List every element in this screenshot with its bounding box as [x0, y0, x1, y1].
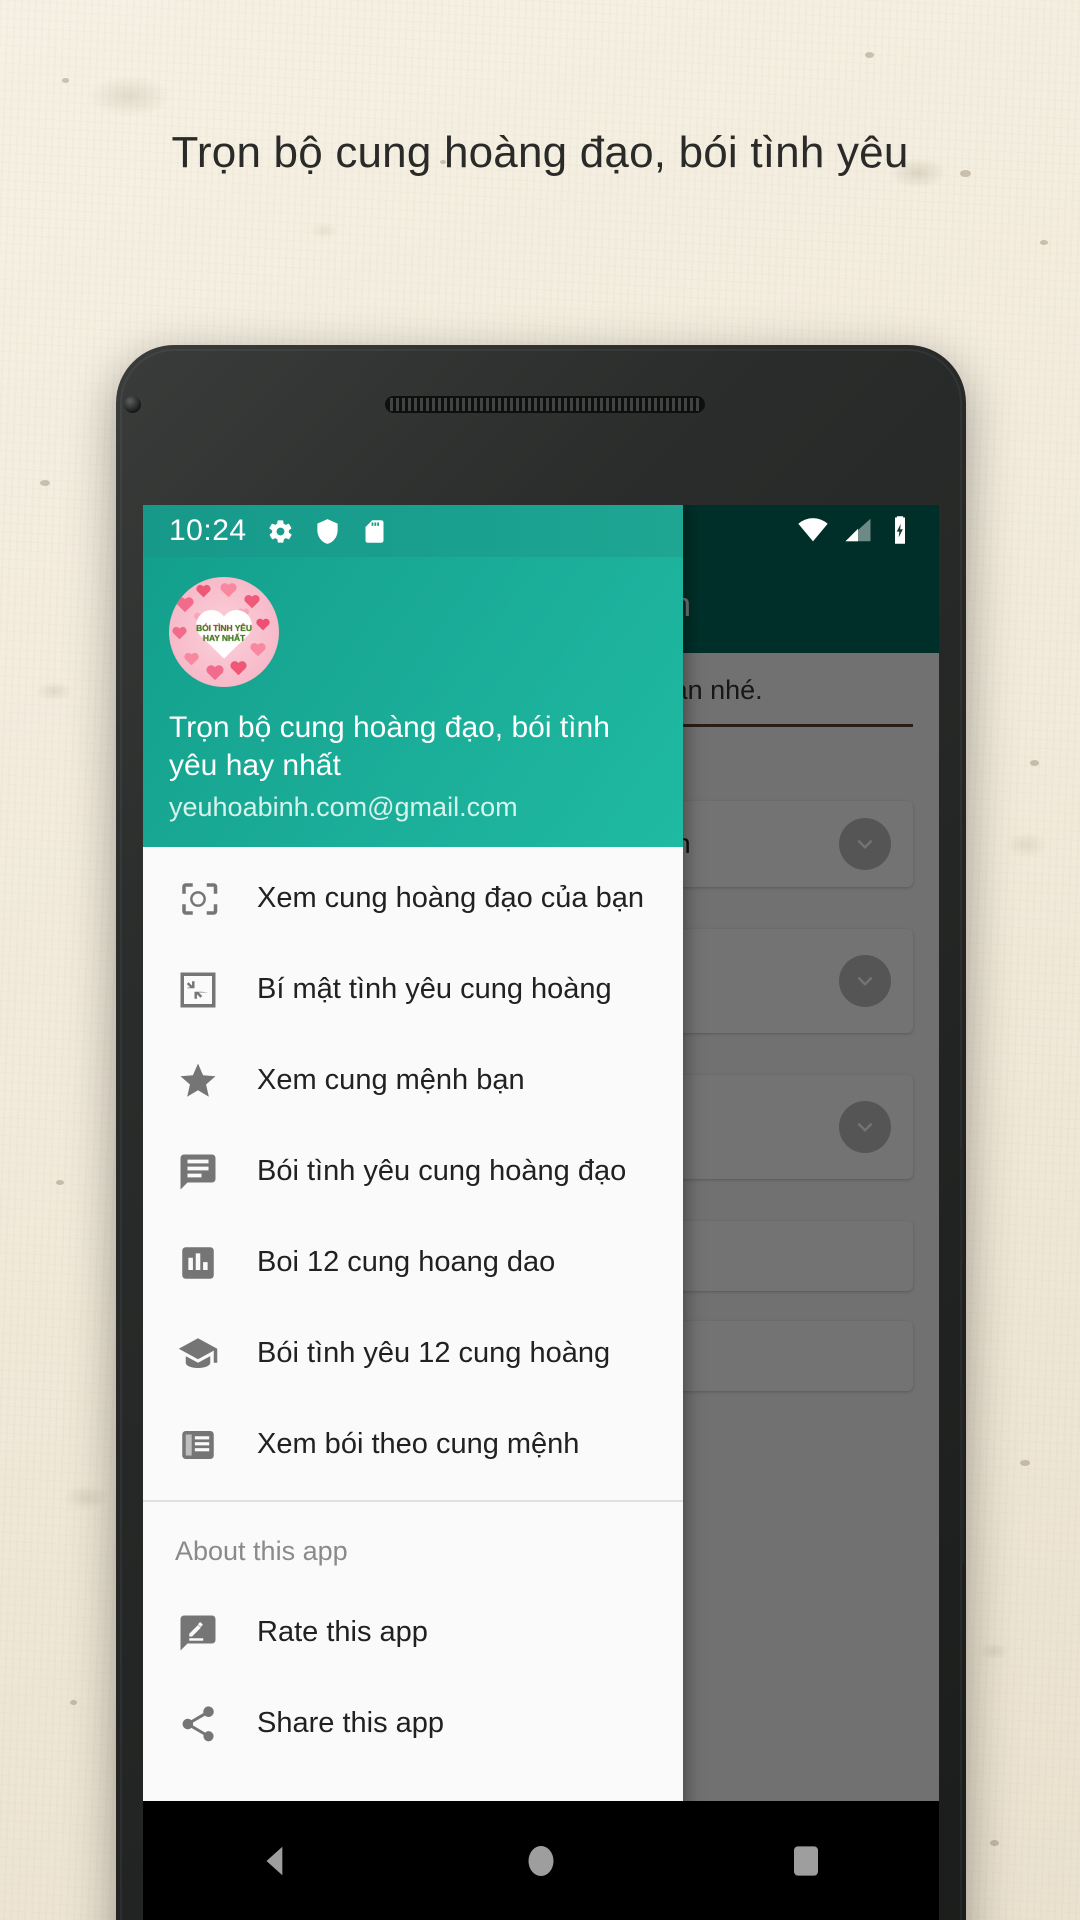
- star-icon: [175, 1058, 221, 1104]
- signal-icon: [845, 518, 871, 542]
- article-icon: [175, 1422, 221, 1468]
- drawer-item-boi-tinh-yeu-cung-hoang-dao[interactable]: Bói tình yêu cung hoàng đạo: [143, 1126, 683, 1217]
- wifi-icon: [798, 518, 828, 542]
- drawer-menu-list: Xem cung hoàng đạo của bạn Bí mật tình y…: [143, 847, 683, 1920]
- school-icon: [175, 1331, 221, 1377]
- rate-review-icon: [175, 1610, 221, 1656]
- drawer-item-label: Bí mật tình yêu cung hoàng: [257, 973, 612, 1005]
- drawer-item-share-this-app[interactable]: Share this app: [143, 1678, 683, 1769]
- nav-recents-button[interactable]: [746, 1801, 866, 1920]
- nav-back-button[interactable]: [216, 1801, 336, 1920]
- gear-icon: [268, 519, 292, 543]
- back-triangle-icon: [266, 1846, 282, 1875]
- drawer-app-title: Trọn bộ cung hoàng đạo, bói tình yêu hay…: [169, 711, 610, 782]
- logo-text-line2: HAY NHẤT: [202, 633, 246, 644]
- logo-text: BÓI TÌNH YÊU HAY NHẤT: [193, 624, 255, 644]
- home-circle-icon: [528, 1845, 554, 1876]
- earpiece-speaker: [385, 396, 705, 413]
- drawer-item-label: Xem cung mệnh bạn: [257, 1064, 525, 1096]
- bar-chart-icon: [175, 1240, 221, 1286]
- comment-icon: [175, 1149, 221, 1195]
- statusbar: 10:24: [143, 505, 683, 557]
- crop-free-icon: [175, 876, 221, 922]
- statusbar-clock: 10:24: [169, 514, 247, 547]
- drawer-item-bi-mat-tinh-yeu[interactable]: Bí mật tình yêu cung hoàng: [143, 944, 683, 1035]
- statusbar-right-icons: [797, 514, 913, 546]
- drawer-item-label: Share this app: [257, 1707, 445, 1739]
- share-icon: [175, 1701, 221, 1747]
- drawer-item-label: Xem bói theo cung mệnh: [257, 1428, 580, 1460]
- android-navigation-bar: [143, 1801, 939, 1920]
- drawer-item-rate-this-app[interactable]: Rate this app: [143, 1587, 683, 1678]
- page-title: Trọn bộ cung hoàng đạo, bói tình yêu: [171, 128, 909, 177]
- recents-square-icon: [794, 1845, 819, 1876]
- drawer-section-label: About this app: [175, 1536, 348, 1566]
- volume-button[interactable]: [960, 1145, 966, 1263]
- battery-charging-icon: [895, 516, 905, 544]
- drawer-item-label: Rate this app: [257, 1616, 428, 1648]
- nav-home-button[interactable]: [481, 1801, 601, 1920]
- fullscreen-exit-icon: [175, 967, 221, 1013]
- drawer-item-xem-boi-theo-cung-menh[interactable]: Xem bói theo cung mệnh: [143, 1399, 683, 1490]
- drawer-account-email: yeuhoabinh.com@gmail.com: [169, 792, 518, 822]
- drawer-item-label: Xem cung hoàng đạo của bạn: [257, 882, 644, 914]
- phone-screen: ủa bạn ao của bạn nhé. n) của bạn oàng: [143, 505, 939, 1920]
- drawer-item-xem-cung-menh[interactable]: Xem cung mệnh bạn: [143, 1035, 683, 1126]
- drawer-item-label: Boi 12 cung hoang dao: [257, 1246, 556, 1278]
- drawer-item-boi-tinh-yeu-12-cung-hoang[interactable]: Bói tình yêu 12 cung hoàng: [143, 1308, 683, 1399]
- drawer-item-boi-12-cung-hoang-dao[interactable]: Boi 12 cung hoang dao: [143, 1217, 683, 1308]
- power-button[interactable]: [960, 1385, 966, 1565]
- sd-card-icon: [365, 519, 384, 543]
- shield-icon: [316, 518, 338, 544]
- drawer-item-label: Bói tình yêu cung hoàng đạo: [257, 1155, 627, 1187]
- drawer-item-xem-cung-hoang-dao[interactable]: Xem cung hoàng đạo của bạn: [143, 853, 683, 944]
- navigation-drawer: 10:24 BÓI TÌNH YÊU HAY NHẤT Trọn bộ cung…: [143, 505, 683, 1920]
- front-camera-icon: [124, 396, 141, 413]
- drawer-header: BÓI TÌNH YÊU HAY NHẤT Trọn bộ cung hoàng…: [143, 557, 683, 847]
- app-logo: BÓI TÌNH YÊU HAY NHẤT: [169, 577, 279, 687]
- drawer-item-label: Bói tình yêu 12 cung hoàng: [257, 1337, 611, 1369]
